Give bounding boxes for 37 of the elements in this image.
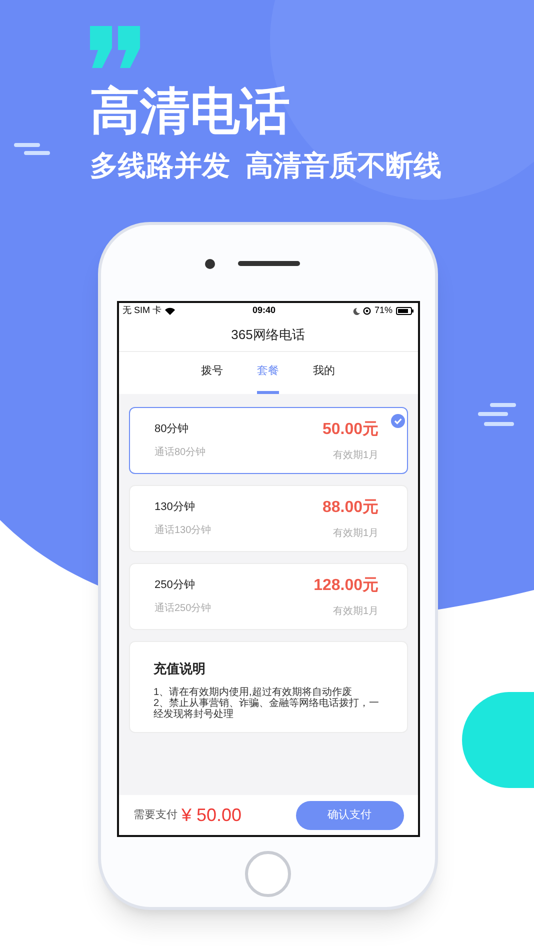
plan-name: 80分钟 <box>154 422 190 437</box>
payment-label: 需要支付 <box>134 808 178 823</box>
plan-name: 250分钟 <box>154 578 196 593</box>
quote-icon <box>90 26 142 68</box>
battery-percent: 71% <box>374 304 392 318</box>
plan-validity: 有效期1月 <box>332 526 378 541</box>
carrier-label: 无 SIM 卡 <box>122 304 162 318</box>
plan-price: 88.00元 <box>322 498 378 518</box>
battery-icon <box>396 307 414 315</box>
hero-subtitle: 多线路并发 高清音质不断线 <box>90 152 443 180</box>
tab[interactable]: 我的 <box>313 352 335 394</box>
wifi-icon <box>164 307 175 315</box>
camera-icon <box>205 259 215 269</box>
plan-card[interactable]: 80分钟 通话80分钟 50.00元 有效期1月 <box>128 407 408 474</box>
plan-card[interactable]: 250分钟 通话250分钟 128.00元 有效期1月 <box>128 563 408 630</box>
plan-validity: 有效期1月 <box>332 604 378 619</box>
app-title: 365网络电话 <box>118 319 418 352</box>
notice-text: 1、请在有效期内使用,超过有效期将自动作废 <box>154 686 353 698</box>
plan-name: 130分钟 <box>154 500 196 515</box>
notice-title: 充值说明 <box>154 660 206 678</box>
plan-validity: 有效期1月 <box>332 448 378 463</box>
speaker-icon <box>238 261 300 266</box>
check-icon <box>390 414 404 428</box>
plan-description: 通话250分钟 <box>154 602 212 616</box>
plan-description: 通话80分钟 <box>154 446 206 460</box>
payment-amount: ¥ 50.00 <box>182 804 242 826</box>
tab[interactable]: 拨号 <box>201 352 223 394</box>
plan-description: 通话130分钟 <box>154 524 212 538</box>
plan-card[interactable]: 130分钟 通话130分钟 88.00元 有效期1月 <box>128 485 408 552</box>
clock: 09:40 <box>252 304 276 318</box>
lock-rotation-icon <box>363 307 372 315</box>
moon-icon <box>353 308 360 314</box>
notice-text: 2、禁止从事营销、诈骗、金融等网络电话拨打，一经发现将封号处理 <box>154 698 380 720</box>
plan-price: 50.00元 <box>322 420 378 440</box>
hero-title: 高清电话 <box>90 86 291 136</box>
home-button[interactable] <box>245 851 291 897</box>
plan-price: 128.00元 <box>314 576 378 596</box>
